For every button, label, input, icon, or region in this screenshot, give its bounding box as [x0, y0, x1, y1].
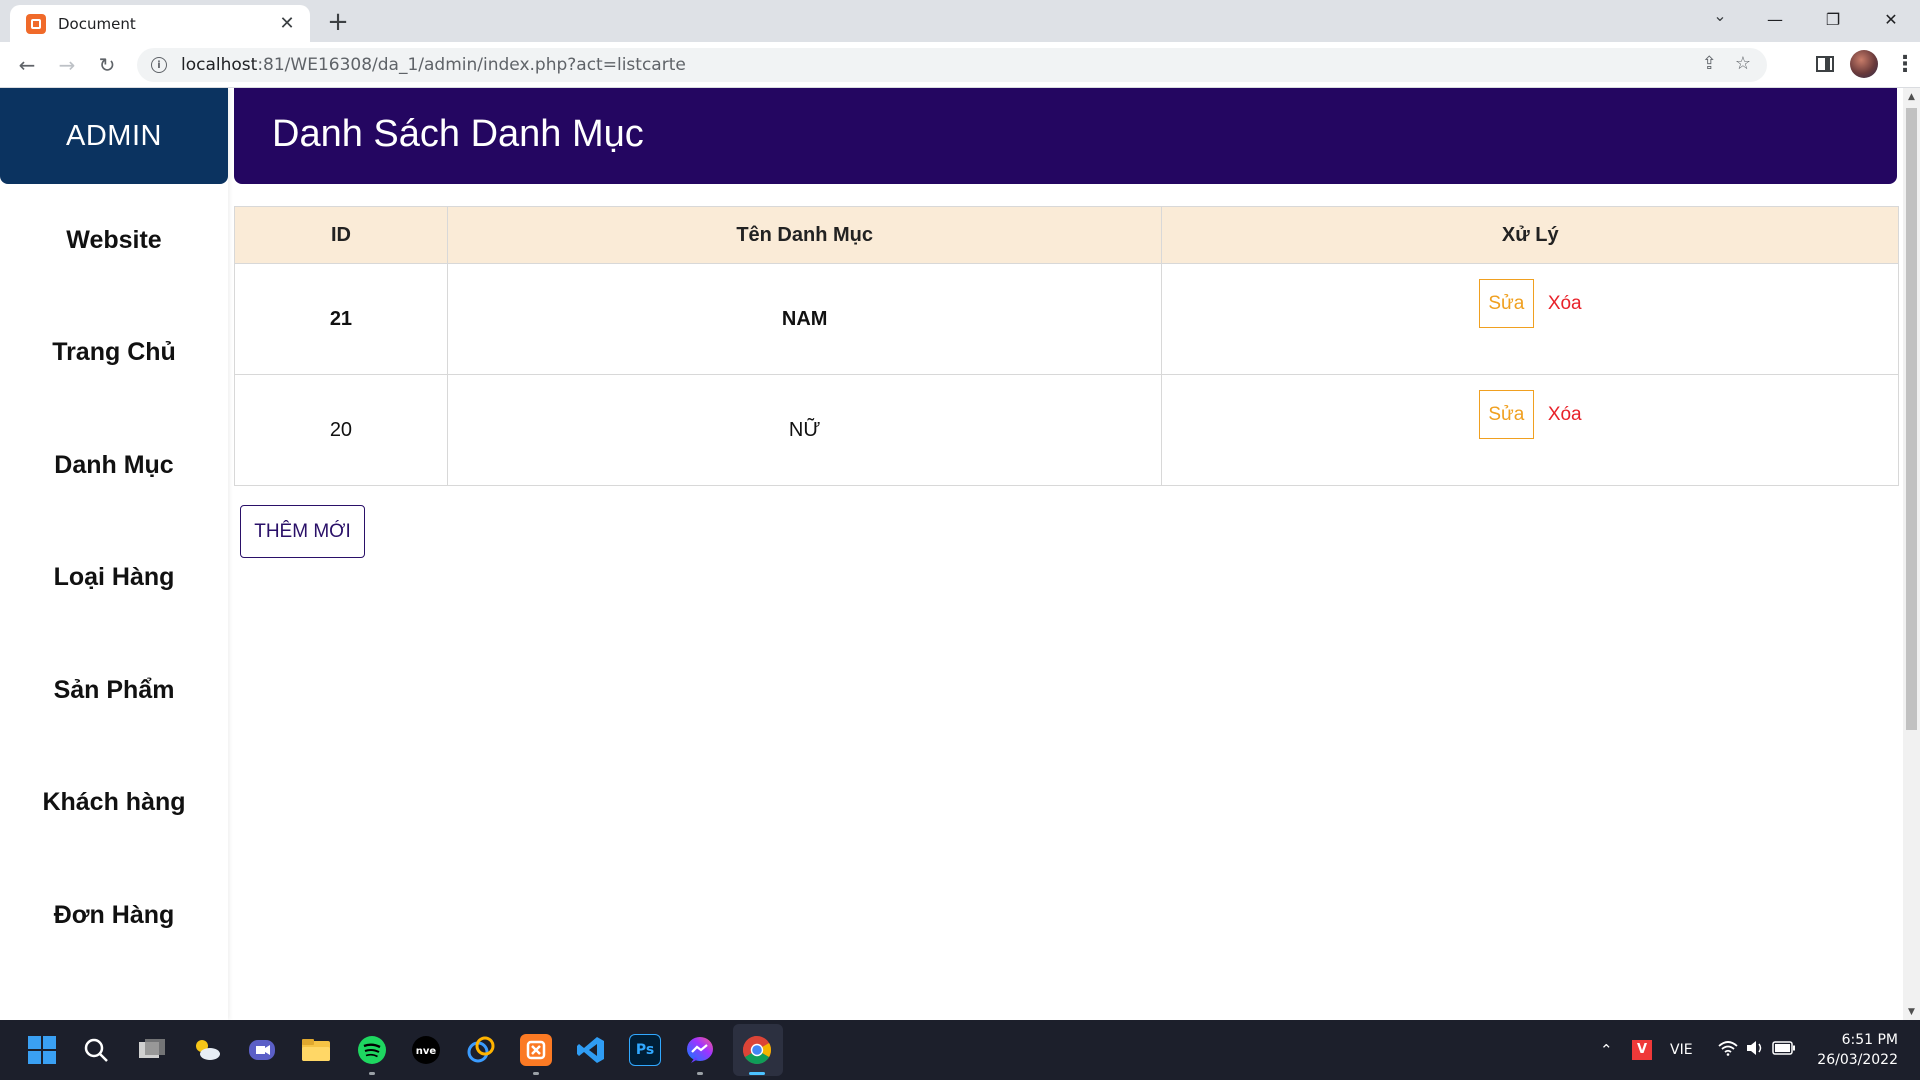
cell-actions: Sửa Xóa [1161, 263, 1899, 375]
browser-toolbar: ← → ↻ i localhost:81/WE16308/da_1/admin/… [0, 42, 1920, 88]
new-tab-button[interactable]: + [322, 7, 354, 37]
wifi-icon [1718, 1040, 1738, 1060]
sidebar-item-customers[interactable]: Khách hàng [0, 747, 228, 860]
table-row: 21 NAM Sửa Xóa [234, 263, 1899, 375]
xampp-icon[interactable] [520, 1034, 552, 1075]
cell-id: 21 [234, 263, 448, 375]
cell-actions: Sửa Xóa [1161, 374, 1899, 486]
vivaldi-tray-icon[interactable]: V [1632, 1020, 1652, 1080]
weather-icon[interactable] [191, 1034, 223, 1066]
column-header-id: ID [234, 206, 448, 264]
sidebar-item-website[interactable]: Website [0, 184, 228, 297]
clock-time: 6:51 PM [1841, 1032, 1898, 1048]
page-viewport: ADMIN Website Trang Chủ Danh Mục Loại Hà… [0, 88, 1903, 1020]
sidebar-item-categories[interactable]: Danh Mục [0, 409, 228, 522]
close-window-button[interactable]: ✕ [1862, 0, 1920, 38]
admin-sidebar: ADMIN Website Trang Chủ Danh Mục Loại Hà… [0, 88, 228, 1020]
delete-link[interactable]: Xóa [1548, 293, 1582, 315]
scroll-down-arrow-icon[interactable]: ▼ [1903, 1003, 1920, 1020]
windows-taskbar: nve Ps ⌃ V VIE 6:51 PM 26/03/2022 [0, 1020, 1920, 1080]
taskbar-clock[interactable]: 6:51 PM 26/03/2022 [1817, 1030, 1898, 1070]
sidebar-item-home[interactable]: Trang Chủ [0, 297, 228, 410]
input-language[interactable]: VIE [1670, 1020, 1693, 1080]
cell-name: NAM [446, 263, 1163, 375]
cell-id: 20 [234, 374, 448, 486]
sidebar-menu: Website Trang Chủ Danh Mục Loại Hàng Sản… [0, 184, 228, 972]
browser-tabstrip: Document ✕ + ⌄ — ❐ ✕ [0, 0, 1920, 42]
blue-app-icon[interactable] [465, 1034, 497, 1066]
file-explorer-icon[interactable] [300, 1034, 332, 1066]
site-info-icon[interactable]: i [151, 57, 167, 73]
system-tray-status[interactable] [1718, 1020, 1796, 1080]
scroll-thumb[interactable] [1906, 108, 1917, 730]
add-new-button[interactable]: THÊM MỚI [240, 505, 365, 558]
battery-icon [1772, 1041, 1796, 1059]
task-view-icon[interactable] [136, 1034, 168, 1066]
xampp-favicon-icon [26, 13, 46, 34]
messenger-icon[interactable] [684, 1034, 716, 1075]
bookmark-star-icon[interactable]: ☆ [1735, 53, 1751, 74]
sidebar-item-product-types[interactable]: Loại Hàng [0, 522, 228, 635]
cell-name: NỮ [446, 374, 1163, 486]
clock-date: 26/03/2022 [1817, 1052, 1898, 1068]
tab-title: Document [58, 14, 136, 33]
edit-button[interactable]: Sửa [1478, 279, 1534, 328]
volume-icon [1746, 1040, 1764, 1060]
share-icon[interactable]: ⇪ [1702, 53, 1717, 74]
address-bar[interactable]: i localhost:81/WE16308/da_1/admin/index.… [137, 48, 1767, 82]
window-controls: — ❐ ✕ [1746, 0, 1920, 38]
back-arrow-icon[interactable]: ← [12, 50, 42, 80]
forward-arrow-icon[interactable]: → [52, 50, 82, 80]
windows-start-icon[interactable] [26, 1034, 58, 1066]
table-header-row: ID Tên Danh Mục Xử Lý [234, 206, 1899, 264]
search-icon[interactable] [80, 1034, 112, 1066]
chrome-icon[interactable] [741, 1034, 773, 1075]
photoshop-icon[interactable]: Ps [629, 1034, 661, 1066]
vscode-icon[interactable] [575, 1034, 607, 1066]
column-header-actions: Xử Lý [1161, 206, 1899, 264]
table-row: 20 NỮ Sửa Xóa [234, 374, 1899, 486]
nve-app-icon[interactable]: nve [410, 1034, 442, 1066]
tab-search-chevron-icon[interactable]: ⌄ [1705, 6, 1735, 25]
teams-chat-icon[interactable] [246, 1034, 278, 1066]
scroll-up-arrow-icon[interactable]: ▲ [1903, 88, 1920, 105]
reload-icon[interactable]: ↻ [92, 50, 122, 80]
url-text[interactable]: localhost:81/WE16308/da_1/admin/index.ph… [181, 55, 686, 75]
admin-title: ADMIN [0, 88, 228, 184]
tab-close-icon[interactable]: ✕ [276, 13, 298, 34]
column-header-name: Tên Danh Mục [446, 206, 1163, 264]
page-scrollbar[interactable]: ▲ ▼ [1903, 88, 1920, 1020]
browser-tab[interactable]: Document ✕ [10, 5, 310, 42]
delete-link[interactable]: Xóa [1548, 404, 1582, 426]
spotify-icon[interactable] [356, 1034, 388, 1075]
minimize-button[interactable]: — [1746, 0, 1804, 38]
browser-menu-icon[interactable]: ⋮ [1894, 52, 1916, 77]
svg-text:nve: nve [416, 1046, 437, 1057]
sidebar-item-products[interactable]: Sản Phẩm [0, 634, 228, 747]
sidebar-item-orders[interactable]: Đơn Hàng [0, 859, 228, 972]
category-table: ID Tên Danh Mục Xử Lý 21 NAM Sửa Xóa 20 N… [234, 206, 1899, 486]
restore-button[interactable]: ❐ [1804, 0, 1862, 38]
show-hidden-icons-chevron-icon[interactable]: ⌃ [1600, 1020, 1613, 1080]
edit-button[interactable]: Sửa [1478, 390, 1534, 439]
page-title: Danh Sách Danh Mục [272, 113, 644, 155]
profile-avatar[interactable] [1850, 50, 1878, 78]
side-panel-icon[interactable] [1816, 56, 1834, 72]
page-header: Danh Sách Danh Mục [234, 88, 1897, 184]
